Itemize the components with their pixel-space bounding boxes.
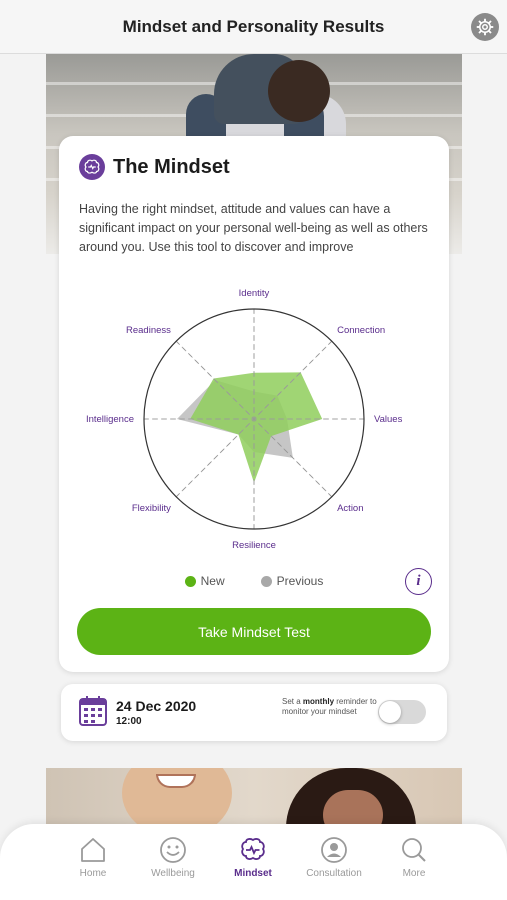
reminder-time: 12:00 [116, 716, 142, 727]
nav-item-mindset[interactable]: Mindset [213, 836, 293, 879]
reminder-toggle[interactable] [378, 700, 426, 724]
chart-legend: New Previous [59, 572, 449, 590]
radar-axis-label: Flexibility [132, 503, 171, 514]
settings-button[interactable] [471, 13, 499, 41]
person-icon [321, 837, 347, 863]
reminder-card: 24 Dec 2020 12:00 Set a monthly reminder… [61, 684, 447, 741]
info-button[interactable]: i [405, 568, 432, 595]
toggle-knob [379, 701, 401, 723]
nav-item-consultation[interactable]: Consultation [294, 836, 374, 879]
legend-previous-label: Previous [276, 574, 324, 588]
bottom-navigation: Home Wellbeing Mindset Consultation More [0, 824, 507, 900]
reminder-date: 24 Dec 2020 [116, 698, 197, 714]
page-title: Mindset and Personality Results [122, 16, 385, 36]
brain-icon [241, 838, 265, 860]
nav-item-wellbeing[interactable]: Wellbeing [133, 836, 213, 879]
calendar-icon [79, 696, 107, 726]
nav-label-wellbeing: Wellbeing [151, 868, 195, 879]
card-header: The Mindset [79, 154, 230, 180]
mindset-radar-chart: Identity Connection Values Action Resilience… [86, 288, 403, 551]
radar-axis-label: Action [337, 503, 363, 514]
legend-new: New [184, 574, 225, 588]
card-description: Having the right mindset, attitude and v… [79, 202, 428, 254]
radar-axis-label: Values [374, 414, 403, 425]
radar-axis-label: Identity [239, 288, 270, 299]
nav-label-mindset: Mindset [234, 868, 272, 879]
brain-icon [79, 154, 105, 180]
legend-previous: Previous [260, 574, 324, 588]
nav-item-more[interactable]: More [374, 836, 454, 879]
home-icon [81, 838, 105, 862]
take-mindset-test-button[interactable]: Take Mindset Test [77, 608, 431, 655]
app-header: Mindset and Personality Results [0, 0, 507, 54]
search-icon [402, 838, 426, 862]
nav-label-home: Home [79, 868, 107, 879]
radar-axis-label: Intelligence [86, 414, 134, 425]
radar-axis-label: Readiness [126, 325, 171, 336]
nav-label-more: More [402, 868, 426, 879]
card-title: The Mindset [113, 155, 230, 178]
legend-new-label: New [200, 574, 225, 588]
nav-item-home[interactable]: Home [53, 836, 133, 879]
smiley-icon [160, 837, 186, 863]
mindset-card: The Mindset Having the right mindset, at… [59, 136, 449, 672]
gear-icon [476, 18, 494, 36]
radar-axis-label: Resilience [232, 540, 276, 551]
radar-axis-label: Connection [337, 325, 385, 336]
reminder-description: Set a monthly reminder to monitor your m… [282, 697, 377, 716]
wellbeing-image [46, 768, 462, 828]
radar-series-new [190, 372, 323, 483]
nav-label-consultation: Consultation [306, 868, 362, 879]
